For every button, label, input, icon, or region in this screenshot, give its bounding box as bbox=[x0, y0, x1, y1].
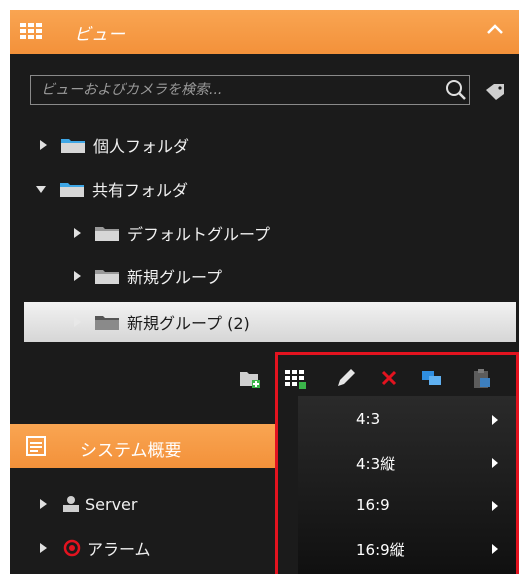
menu-item-4-3-portrait[interactable]: 4:3縦 bbox=[298, 441, 518, 485]
expand-icon[interactable] bbox=[74, 228, 81, 238]
views-title: ビュー bbox=[74, 25, 125, 45]
menu-item-label: 16:9縦 bbox=[356, 541, 405, 559]
expand-icon[interactable] bbox=[74, 317, 81, 327]
menu-item-16-9-portrait[interactable]: 16:9縦 bbox=[298, 527, 518, 571]
tree-item-default-group[interactable]: デフォルトグループ bbox=[74, 216, 270, 250]
new-view-icon[interactable] bbox=[283, 366, 307, 390]
grid-icon bbox=[20, 23, 42, 39]
expand-icon[interactable] bbox=[40, 140, 47, 150]
menu-item-16-9[interactable]: 16:9 bbox=[298, 484, 518, 528]
submenu-arrow-icon bbox=[492, 415, 498, 425]
submenu-arrow-icon bbox=[492, 501, 498, 511]
tree-label: 新規グループ (2) bbox=[127, 314, 250, 333]
folder-icon bbox=[95, 227, 119, 241]
tree-item-personal[interactable]: 個人フォルダ bbox=[40, 128, 189, 162]
tree-item-alarm[interactable]: アラーム bbox=[40, 531, 151, 565]
expand-icon[interactable] bbox=[40, 543, 47, 553]
folder-icon bbox=[61, 139, 85, 153]
delete-icon[interactable] bbox=[378, 366, 402, 390]
menu-item-label: 4:3縦 bbox=[356, 455, 396, 473]
search-input[interactable] bbox=[31, 76, 431, 104]
edit-icon[interactable] bbox=[334, 366, 358, 390]
copy-icon[interactable] bbox=[420, 366, 444, 390]
new-folder-icon[interactable] bbox=[238, 366, 262, 390]
alarm-icon bbox=[63, 539, 81, 557]
folder-icon bbox=[60, 183, 84, 197]
menu-item-label: 4:3 bbox=[356, 410, 381, 428]
collapse-icon[interactable] bbox=[36, 185, 46, 193]
menu-item-4-3[interactable]: 4:3 bbox=[298, 398, 518, 442]
tree-item-server[interactable]: Server bbox=[40, 487, 137, 521]
tree-item-new-group[interactable]: 新規グループ bbox=[74, 259, 222, 293]
tag-filter-icon[interactable] bbox=[484, 82, 508, 102]
list-icon bbox=[26, 436, 46, 456]
paste-icon[interactable] bbox=[470, 366, 494, 390]
expand-icon[interactable] bbox=[40, 499, 47, 509]
tree-label: デフォルトグループ bbox=[127, 225, 271, 244]
folder-icon bbox=[95, 270, 119, 284]
server-icon bbox=[63, 496, 79, 512]
search-box bbox=[30, 75, 470, 105]
tree-label: Server bbox=[85, 494, 138, 514]
folder-icon bbox=[95, 316, 119, 330]
tree-item-shared[interactable]: 共有フォルダ bbox=[36, 172, 188, 206]
tree-label: 新規グループ bbox=[127, 268, 223, 287]
system-overview-title: システム概要 bbox=[80, 441, 182, 461]
submenu-arrow-icon bbox=[492, 544, 498, 554]
tree-label: アラーム bbox=[87, 540, 151, 559]
menu-item-label: 16:9 bbox=[356, 496, 390, 514]
search-icon[interactable] bbox=[444, 78, 468, 102]
tree-item-new-group-2[interactable]: 新規グループ (2) bbox=[74, 305, 250, 339]
chevron-up-icon[interactable] bbox=[486, 22, 504, 36]
tree-label: 共有フォルダ bbox=[92, 181, 189, 200]
tree-label: 個人フォルダ bbox=[93, 137, 190, 156]
submenu-arrow-icon bbox=[492, 458, 498, 468]
expand-icon[interactable] bbox=[74, 271, 81, 281]
